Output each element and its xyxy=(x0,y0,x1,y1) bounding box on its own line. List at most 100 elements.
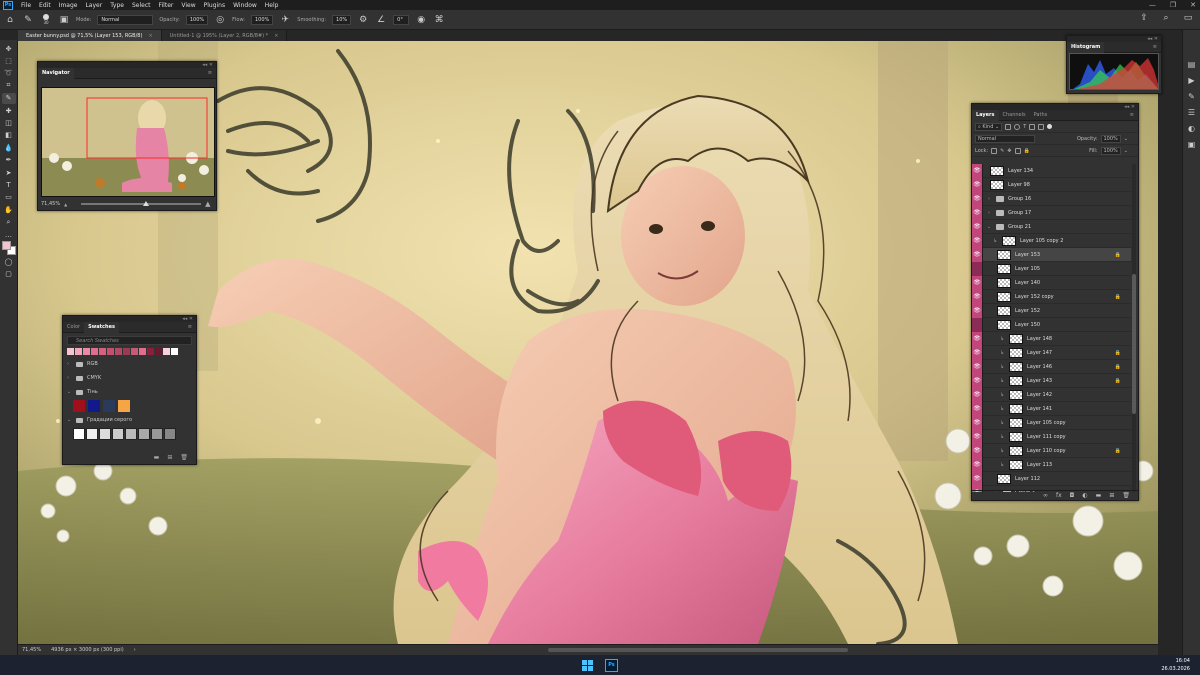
adjustments-panel-icon[interactable]: ◐ xyxy=(1188,124,1195,133)
zoom-out-icon[interactable]: ▲ xyxy=(64,202,67,207)
layer-row[interactable]: Layer 150 xyxy=(972,317,1131,332)
maximize-button[interactable]: ❐ xyxy=(1170,1,1176,9)
menu-edit[interactable]: Edit xyxy=(35,2,55,9)
layer-thumbnail[interactable] xyxy=(1009,389,1023,400)
layer-row[interactable]: 👁 Layer 153 🔒 xyxy=(972,247,1131,262)
layer-thumbnail[interactable] xyxy=(997,319,1011,330)
swatch-chip[interactable] xyxy=(138,427,150,440)
layer-name[interactable]: Group 16 xyxy=(1008,196,1031,202)
layer-thumbnail[interactable] xyxy=(1009,431,1023,442)
visibility-eye-icon[interactable]: 👁 xyxy=(972,457,983,472)
tab-color[interactable]: Color xyxy=(63,322,84,333)
swatch-group-shade[interactable]: ⌄ Тінь xyxy=(63,385,196,399)
layer-row[interactable]: 👁 ↳ Layer 143 🔒 xyxy=(972,373,1131,388)
horizontal-scrollbar[interactable] xyxy=(548,648,848,652)
adjustment-filter-icon[interactable] xyxy=(1014,123,1021,130)
layer-name[interactable]: Layer 113 xyxy=(1027,462,1052,468)
brush-tool-icon[interactable]: ✎ xyxy=(1,92,16,104)
layer-name[interactable]: Group 17 xyxy=(1008,210,1031,216)
menu-view[interactable]: View xyxy=(177,2,199,9)
system-clock[interactable]: 16:04 26.03.2026 xyxy=(1161,657,1190,673)
menu-type[interactable]: Type xyxy=(106,2,128,9)
layer-row[interactable]: 👁 ↳ Layer 146 🔒 xyxy=(972,359,1131,374)
swatch-chip[interactable] xyxy=(125,427,137,440)
swatch-chip[interactable] xyxy=(67,348,74,355)
navigator-thumbnail[interactable] xyxy=(41,87,215,197)
chevron-down-icon[interactable]: ⌄ xyxy=(1124,136,1138,142)
layer-thumbnail[interactable] xyxy=(997,263,1011,274)
healing-tool-icon[interactable]: ✚ xyxy=(2,105,16,116)
swatch-chip[interactable] xyxy=(123,348,130,355)
menu-image[interactable]: Image xyxy=(55,2,82,9)
airbrush-icon[interactable]: ✈ xyxy=(279,14,291,26)
layer-row[interactable]: 👁 ↳ Layer 113 xyxy=(972,457,1131,472)
new-swatch-icon[interactable]: ⊞ xyxy=(167,454,172,461)
layer-thumbnail[interactable] xyxy=(1002,235,1016,246)
layer-group-row[interactable]: 👁 ⌄ Group 21 xyxy=(972,219,1131,234)
close-tab-icon[interactable]: × xyxy=(274,33,278,39)
lock-artboard-icon[interactable] xyxy=(1014,147,1021,154)
layer-thumbnail[interactable] xyxy=(1009,445,1023,456)
layer-thumbnail[interactable] xyxy=(997,277,1011,288)
layer-name[interactable]: Layer 152 copy xyxy=(1015,294,1054,300)
tab-easter-bunny[interactable]: Easter bunny.psd @ 71,5% (Layer 153, RGB… xyxy=(18,30,162,41)
pressure-size-icon[interactable]: ◉ xyxy=(415,14,427,26)
visibility-eye-icon[interactable]: 👁 xyxy=(972,401,983,416)
pixel-filter-icon[interactable] xyxy=(1005,123,1012,130)
menu-filter[interactable]: Filter xyxy=(155,2,178,9)
swatch-chip[interactable] xyxy=(139,348,146,355)
swatch-chip[interactable] xyxy=(118,400,130,412)
swatch-chip[interactable] xyxy=(112,427,124,440)
swatch-group-rgb[interactable]: › RGB xyxy=(63,357,196,371)
lock-transparent-icon[interactable] xyxy=(991,147,998,154)
layer-row[interactable]: 👁 ↳ Layer 105 copy xyxy=(972,415,1131,430)
layer-name[interactable]: Layer 142 xyxy=(1027,392,1052,398)
menu-file[interactable]: File xyxy=(17,2,35,9)
zoom-tool-icon[interactable]: ⌕ xyxy=(2,216,16,227)
new-layer-icon[interactable]: ⊞ xyxy=(1109,492,1114,499)
tab-paths[interactable]: Paths xyxy=(1030,110,1052,121)
layer-thumbnail[interactable] xyxy=(1009,459,1023,470)
layer-name[interactable]: Layer 148 xyxy=(1027,336,1052,342)
close-tab-icon[interactable]: × xyxy=(148,33,152,39)
swatch-group-grayscale[interactable]: ⌄ Градации серого xyxy=(63,413,196,427)
visibility-eye-icon[interactable]: 👁 xyxy=(972,164,983,178)
scroll-thumb[interactable] xyxy=(1132,274,1136,414)
swatch-search-input[interactable]: Search Swatches xyxy=(67,336,192,345)
layer-opacity-field[interactable]: 100% xyxy=(1100,134,1121,143)
layer-scrollbar[interactable] xyxy=(1132,164,1136,492)
swatch-chip[interactable] xyxy=(91,348,98,355)
color-chips[interactable] xyxy=(1,241,16,256)
visibility-eye-icon[interactable]: 👁 xyxy=(972,247,983,262)
menu-layer[interactable]: Layer xyxy=(81,2,106,9)
navigator-title[interactable]: Navigator xyxy=(38,67,74,79)
link-icon[interactable]: ∞ xyxy=(1043,492,1048,499)
layer-thumbnail[interactable] xyxy=(990,165,1004,176)
menu-plugins[interactable]: Plugins xyxy=(200,2,230,9)
layer-row[interactable]: 👁 ↳ Layer 105 copy 2 xyxy=(972,233,1131,248)
crop-tool-icon[interactable]: ⌗ xyxy=(2,80,16,91)
blend-mode-select[interactable]: Normal xyxy=(975,134,1035,143)
visibility-eye-icon[interactable]: 👁 xyxy=(972,415,983,430)
brush-panel-icon[interactable]: ✎ xyxy=(1188,92,1195,101)
opacity-field[interactable]: 100% xyxy=(185,14,209,25)
pressure-opacity-icon[interactable]: ◎ xyxy=(214,14,226,26)
taskbar-photoshop-button[interactable]: Ps xyxy=(605,658,618,672)
tab-untitled[interactable]: Untitled-1 @ 195% (Layer 2, RGB/8#) * × xyxy=(161,30,288,41)
brush-settings-icon[interactable]: ▣ xyxy=(58,14,70,26)
adjustment-icon[interactable]: ◐ xyxy=(1082,492,1087,499)
layer-name[interactable]: Layer 105 copy 2 xyxy=(1020,238,1063,244)
layer-name[interactable]: Layer 140 xyxy=(1015,280,1040,286)
panel-menu-icon[interactable]: ≡ xyxy=(1130,112,1138,118)
histogram-panel-icon[interactable]: ▤ xyxy=(1188,60,1196,69)
swatch-chip[interactable] xyxy=(171,348,178,355)
fx-icon[interactable]: fx xyxy=(1056,492,1062,499)
brush-tool-icon[interactable]: ✎ xyxy=(22,14,34,26)
visibility-eye-icon[interactable]: 👁 xyxy=(972,177,983,192)
visibility-eye-icon[interactable]: 👁 xyxy=(972,387,983,402)
layer-name[interactable]: Layer 111 copy xyxy=(1027,434,1066,440)
histogram-title[interactable]: Histogram xyxy=(1067,41,1105,53)
layer-name[interactable]: Layer 143 xyxy=(1027,378,1052,384)
swatch-chip[interactable] xyxy=(99,427,111,440)
layer-thumbnail[interactable] xyxy=(997,305,1011,316)
